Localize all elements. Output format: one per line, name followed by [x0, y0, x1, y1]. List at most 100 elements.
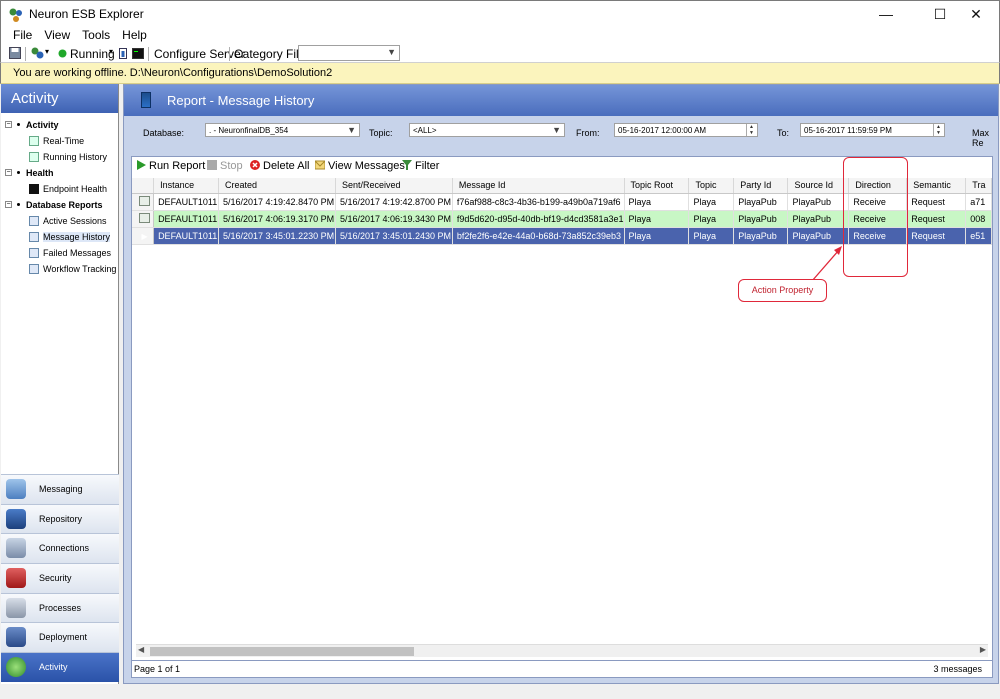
save-icon[interactable]	[9, 47, 21, 59]
table-cell: a71	[965, 193, 992, 211]
message-icon	[139, 195, 151, 206]
left-navigation: Activity − Activity Real-Time Running His…	[1, 84, 119, 684]
report-icon	[29, 216, 39, 226]
table-cell: Request	[906, 193, 967, 211]
table-cell: Request	[906, 210, 967, 228]
nav-button-security[interactable]: Security	[1, 563, 119, 593]
tree-item-message-history[interactable]: Message History	[1, 229, 118, 245]
status-dropdown-icon[interactable]: ▾	[109, 47, 113, 56]
to-label: To:	[777, 128, 790, 138]
menu-view[interactable]: View	[38, 27, 76, 42]
deployment-icon	[6, 627, 26, 648]
nav-button-deployment[interactable]: Deployment	[1, 622, 119, 653]
connect-dropdown-icon[interactable]: ▾	[45, 47, 49, 56]
column-header[interactable]: Topic Root	[624, 178, 690, 194]
spin-icon[interactable]: ▲ ▼	[746, 124, 756, 136]
tree-group-health[interactable]: − Health	[1, 165, 118, 181]
column-header[interactable]: Semantic	[906, 178, 967, 194]
table-cell: Playa	[688, 210, 735, 228]
database-select[interactable]: . - NeuronfinalDB_354 ▼	[205, 123, 360, 137]
column-header[interactable]: Created	[218, 178, 336, 194]
from-date-input[interactable]: 05-16-2017 12:00:00 AM ▲ ▼	[614, 123, 758, 137]
configure-server-button[interactable]: Configure Server	[154, 47, 245, 61]
row-header[interactable]	[132, 193, 155, 211]
collapse-icon[interactable]: −	[5, 121, 12, 128]
table-cell: PlayaPub	[787, 193, 850, 211]
column-header[interactable]: Instance	[153, 178, 219, 194]
running-history-icon	[29, 152, 39, 162]
nav-button-messaging[interactable]: Messaging	[1, 474, 119, 504]
report-filters: Database: . - NeuronfinalDB_354 ▼ Topic:…	[124, 116, 998, 152]
report-icon	[141, 92, 151, 108]
collapse-icon[interactable]: −	[5, 201, 12, 208]
minimize-button[interactable]: —	[863, 1, 909, 28]
close-button[interactable]: ✕	[953, 1, 999, 28]
table-cell: 5/16/2017 4:06:19.3170 PM	[218, 210, 336, 228]
spin-icon[interactable]: ▲ ▼	[933, 124, 943, 136]
running-status-icon	[58, 49, 67, 58]
column-header[interactable]: Party Id	[733, 178, 789, 194]
console-icon[interactable]	[132, 48, 144, 59]
menu-tools[interactable]: Tools	[76, 27, 116, 42]
nav-button-repository[interactable]: Repository	[1, 503, 119, 534]
column-header[interactable]: Topic	[688, 178, 735, 194]
filter-icon	[402, 160, 412, 170]
nav-button-processes[interactable]: Processes	[1, 592, 119, 623]
delete-all-button[interactable]: Delete All	[250, 160, 309, 172]
delete-icon	[250, 160, 260, 170]
stop-button[interactable]: Stop	[207, 160, 243, 172]
topic-select[interactable]: <ALL> ▼	[409, 123, 565, 137]
nav-button-activity[interactable]: Activity	[1, 652, 119, 682]
report-title: Report - Message History	[167, 93, 315, 108]
column-header[interactable]: Source Id	[787, 178, 850, 194]
tree-group-activity[interactable]: − Activity	[1, 117, 118, 133]
table-cell: PlayaPub	[787, 210, 850, 228]
scroll-left-icon[interactable]: ◀	[138, 645, 144, 654]
max-records-label: Max Re	[972, 128, 990, 148]
to-date-input[interactable]: 05-16-2017 11:59:59 PM ▲ ▼	[800, 123, 945, 137]
tree-item-active-sessions[interactable]: Active Sessions	[1, 213, 118, 229]
topic-label: Topic:	[369, 128, 393, 138]
tree-item-workflow-tracking[interactable]: Workflow Tracking	[1, 261, 118, 277]
tree-item-failed-messages[interactable]: Failed Messages	[1, 245, 118, 261]
view-messages-button[interactable]: View Messages	[315, 160, 405, 172]
row-header[interactable]: ▶	[132, 227, 155, 245]
running-status-button[interactable]: Running	[70, 47, 115, 61]
menu-help[interactable]: Help	[116, 27, 153, 42]
tree-group-database-reports[interactable]: − Database Reports	[1, 197, 118, 213]
column-header[interactable]: Tra	[965, 178, 992, 194]
message-icon	[139, 212, 151, 223]
table-cell: 5/16/2017 3:45:01.2230 PM	[218, 227, 336, 245]
filter-button[interactable]: Filter	[402, 160, 439, 172]
collapse-icon[interactable]: −	[5, 169, 12, 176]
column-header[interactable]: Sent/Received	[335, 178, 453, 194]
table-cell: 5/16/2017 4:19:42.8700 PM	[335, 193, 453, 211]
table-cell: PlayaPub	[733, 227, 789, 245]
run-report-button[interactable]: Run Report	[136, 160, 205, 172]
real-time-icon	[29, 136, 39, 146]
report-icon	[29, 248, 39, 258]
scrollbar-thumb[interactable]	[150, 647, 414, 656]
tree-item-running-history[interactable]: Running History	[1, 149, 118, 165]
menu-bar: File View Tools Help	[0, 27, 1000, 44]
scroll-right-icon[interactable]: ▶	[980, 645, 986, 654]
table-cell: Playa	[624, 193, 690, 211]
column-header[interactable]: Message Id	[452, 178, 625, 194]
tree-item-real-time[interactable]: Real-Time	[1, 133, 118, 149]
chevron-down-icon: ▼	[387, 47, 396, 57]
window-title: Neuron ESB Explorer	[29, 7, 144, 21]
play-icon	[137, 160, 146, 170]
tree-item-endpoint-health[interactable]: Endpoint Health	[1, 181, 118, 197]
horizontal-scrollbar[interactable]: ◀ ▶	[136, 644, 988, 657]
category-filter-select[interactable]: ▼	[298, 45, 400, 61]
current-row-arrow-icon: ▶	[141, 231, 148, 241]
report-icon	[29, 264, 39, 274]
title-bar: Neuron ESB Explorer — ☐ ✕	[0, 0, 1000, 27]
row-header[interactable]	[132, 210, 155, 228]
nav-button-connections[interactable]: Connections	[1, 533, 119, 564]
page-info: Page 1 of 1	[134, 664, 181, 674]
menu-file[interactable]: File	[7, 27, 38, 42]
info-icon[interactable]	[119, 48, 127, 59]
table-cell: e51	[965, 227, 992, 245]
connect-icon[interactable]	[30, 46, 44, 60]
